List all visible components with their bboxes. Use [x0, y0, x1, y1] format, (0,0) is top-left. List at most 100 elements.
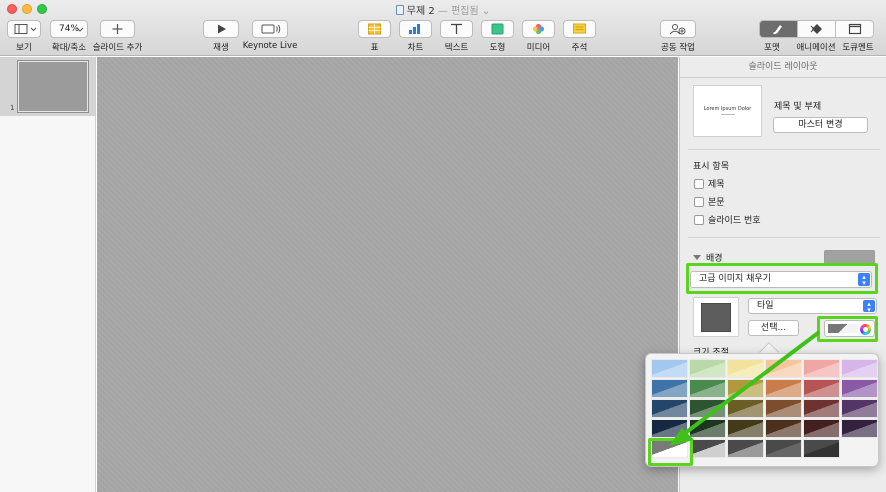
zoom-tool[interactable]: 74% 확대/축소 [50, 20, 88, 53]
slide-navigator: 1 [0, 57, 96, 492]
title-checkbox[interactable] [694, 179, 704, 189]
layout-thumbnail[interactable]: Lorem Ipsum Dolor [693, 85, 762, 137]
tint-swatch-cell[interactable] [803, 399, 840, 418]
body-checkbox-row[interactable]: 본문 [694, 195, 725, 208]
table-tool[interactable]: 표 [358, 20, 391, 53]
tint-swatch-cell[interactable] [765, 399, 802, 418]
divider [688, 149, 880, 150]
title-chevron-down-icon[interactable]: ⌄ [482, 6, 490, 17]
tint-swatch-cell[interactable] [727, 359, 764, 378]
window-title: 무제 2 — 편집됨 ⌄ [0, 2, 886, 17]
slide-number-checkbox-row[interactable]: 슬라이드 번호 [694, 213, 761, 226]
chart-tool[interactable]: 차트 [399, 20, 432, 53]
edited-status: — 편집됨 [437, 6, 479, 17]
slide-thumbnail-selected-row[interactable]: 1 [0, 57, 95, 116]
keynote-live-icon [261, 24, 281, 34]
animate-label: 애니메이션 [796, 43, 836, 53]
slide-number: 1 [10, 104, 15, 112]
media-button[interactable] [522, 20, 555, 38]
add-slide-button[interactable] [100, 20, 135, 38]
shape-icon [491, 23, 504, 35]
tint-swatch-cell[interactable] [689, 379, 726, 398]
play-button[interactable] [203, 20, 239, 38]
media-icon [532, 23, 545, 35]
comment-icon [573, 23, 586, 34]
tint-swatch-cell[interactable] [727, 399, 764, 418]
table-icon [368, 23, 381, 35]
tint-swatch-cell[interactable] [841, 419, 878, 438]
tint-swatch-cell[interactable] [803, 419, 840, 438]
tint-swatch-cell[interactable] [841, 359, 878, 378]
tint-swatch-cell[interactable] [803, 359, 840, 378]
highlight-selected-tint [648, 438, 693, 466]
highlight-tint-well [817, 316, 878, 342]
document-tab[interactable] [835, 21, 873, 37]
plus-icon [112, 24, 123, 34]
tint-swatch-cell[interactable] [651, 379, 688, 398]
body-checkbox[interactable] [694, 197, 704, 207]
keynote-live-tool[interactable]: Keynote Live [243, 20, 297, 51]
document-name: 무제 2 [406, 6, 435, 17]
slide-number-checkbox[interactable] [694, 215, 704, 225]
keynote-live-button[interactable] [252, 20, 288, 38]
slide-canvas[interactable] [97, 57, 678, 492]
add-slide-label: 슬라이드 추가 [92, 43, 143, 53]
animate-tab[interactable] [797, 21, 835, 37]
inspector-tabs: 포맷 애니메이션 도큐멘트 [759, 20, 874, 53]
choose-image-button[interactable]: 선택... [748, 320, 799, 336]
inspector-header: 슬라이드 레이아웃 [680, 57, 886, 78]
tint-swatch-cell[interactable] [727, 439, 764, 458]
format-tab[interactable] [760, 21, 797, 37]
tint-swatch-cell[interactable] [651, 359, 688, 378]
add-slide-tool[interactable]: 슬라이드 추가 [93, 20, 142, 53]
media-tool[interactable]: 미디어 [522, 20, 555, 53]
tint-swatch-cell[interactable] [689, 359, 726, 378]
body-checkbox-label: 본문 [708, 198, 725, 208]
slide-thumbnail[interactable] [17, 60, 89, 113]
tint-swatch-cell[interactable] [651, 419, 688, 438]
inspector-segmented-control [759, 20, 874, 38]
tint-swatch-cell[interactable] [765, 359, 802, 378]
tint-swatch-cell[interactable] [689, 419, 726, 438]
table-button[interactable] [358, 20, 391, 38]
tint-swatch-cell[interactable] [765, 439, 802, 458]
play-icon [218, 24, 226, 34]
appearance-section-title: 표시 항목 [693, 162, 729, 172]
zoom-popup[interactable]: 74% [50, 20, 88, 38]
comment-label: 주석 [571, 43, 588, 53]
disclosure-triangle-icon[interactable] [693, 255, 701, 260]
scale-mode-popup[interactable]: 타일 ▴ ▾ [748, 298, 877, 314]
chart-button[interactable] [399, 20, 432, 38]
layout-thumbnail-subtitle-line [720, 114, 735, 115]
tint-swatch-cell[interactable] [841, 379, 878, 398]
background-color-swatch[interactable] [824, 250, 875, 264]
shape-tool[interactable]: 도형 [481, 20, 514, 53]
title-checkbox-row[interactable]: 제목 [694, 177, 725, 190]
collaborate-button[interactable] [660, 20, 696, 38]
image-preview-well[interactable] [693, 297, 739, 337]
comment-tool[interactable]: 주석 [563, 20, 596, 53]
view-tool[interactable]: 보기 [7, 20, 41, 53]
tint-swatch-cell[interactable] [803, 379, 840, 398]
stepper-arrows-icon: ▴ ▾ [863, 300, 875, 314]
tint-swatch-cell[interactable] [765, 379, 802, 398]
shape-button[interactable] [481, 20, 514, 38]
tint-swatch-cell[interactable] [765, 419, 802, 438]
tint-swatch-cell[interactable] [651, 399, 688, 418]
view-button[interactable] [7, 20, 41, 38]
tint-swatch-cell[interactable] [727, 419, 764, 438]
text-tool[interactable]: 텍스트 [440, 20, 473, 53]
document-label: 도큐멘트 [842, 43, 874, 53]
keynote-live-label: Keynote Live [242, 41, 298, 51]
comment-button[interactable] [563, 20, 596, 38]
tint-swatch-cell[interactable] [841, 399, 878, 418]
tint-swatch-cell[interactable] [689, 399, 726, 418]
tint-swatch-cell[interactable] [803, 439, 840, 458]
play-tool[interactable]: 재생 [203, 20, 239, 53]
text-button[interactable] [440, 20, 473, 38]
tint-swatch-cell[interactable] [689, 439, 726, 458]
change-master-button[interactable]: 마스터 변경 [773, 117, 868, 133]
tint-swatch-cell[interactable] [727, 379, 764, 398]
collaborate-icon [669, 24, 686, 35]
collaborate-tool[interactable]: 공동 작업 [660, 20, 696, 53]
